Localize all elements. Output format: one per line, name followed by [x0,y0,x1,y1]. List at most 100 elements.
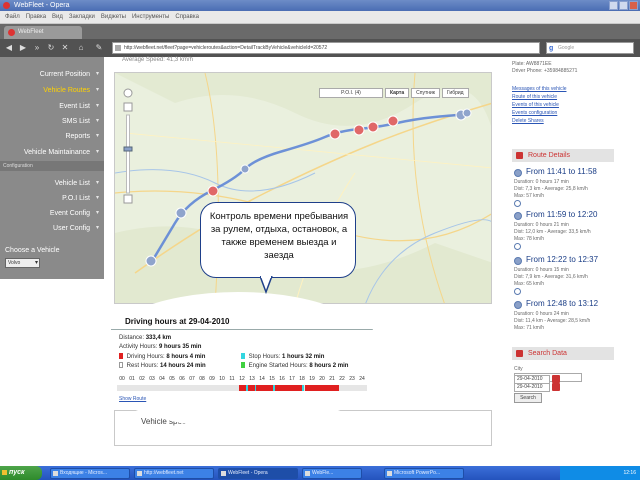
route-duration: Duration: 0 hours 21 min [514,222,569,228]
taskbar-item[interactable]: Входящие - Micros... [50,468,130,479]
link-events[interactable]: Events of this vehicle [512,102,559,108]
sidebar-item-poi-list[interactable]: P.O.I List [0,191,104,206]
sidebar-item-user-config[interactable]: User Config [0,221,104,236]
route-duration: Duration: 0 hours 24 min [514,311,569,317]
route-title: From 11:59 to 12:20 [526,210,598,219]
search-button[interactable]: Search [514,393,542,403]
stop-label: Stop Hours: [248,354,281,360]
link-route[interactable]: Route of this vehicle [512,94,557,100]
address-url: http://webfleet.net/fleet?page=vehiclero… [124,45,328,51]
engine-label: Engine Started Hours: [248,363,308,369]
timeline-segment-rest [338,385,367,391]
search-placeholder: Google [558,45,575,51]
browser-tab[interactable]: WebFleet [4,26,82,39]
engine-value: 8 hours 2 min [309,363,349,369]
opera-icon [3,2,10,9]
activity-value: 9 hours 35 min [159,344,202,350]
fast-forward-icon[interactable]: » [32,43,42,53]
reload-icon[interactable]: ↻ [46,43,56,53]
route-entry[interactable]: From 11:41 to 11:58 Duration: 0 hours 17… [512,167,616,215]
hour-tick: 19 [309,376,315,382]
map-zoom-control[interactable] [121,87,135,207]
route-distance: Dist: 7,3 km - Average: 25,8 km/h [514,186,588,192]
sidebar-item-vehicle-maintainance[interactable]: Vehicle Maintainance [0,145,104,160]
vehicle-select[interactable]: Volvo [5,258,40,268]
route-icon [514,212,522,220]
menu-file[interactable]: Файл [5,11,20,23]
system-tray: 12:16 [560,466,640,480]
show-route-link[interactable]: Show Route [119,396,146,402]
route-title: From 11:41 to 11:58 [526,167,597,176]
start-button[interactable]: пуск [0,466,42,480]
menu-view[interactable]: Вид [52,11,63,23]
start-label: пуск [9,469,25,476]
menu-help[interactable]: Справка [175,11,199,23]
taskbar-item[interactable]: WebFle... [302,468,362,479]
driving-line: Driving Hours: 8 hours 4 min [119,353,205,360]
minimize-button[interactable] [609,1,618,10]
hour-tick: 12 [239,376,245,382]
timeline-segment-driving [304,385,339,391]
title-divider [111,329,373,330]
hybrid-button[interactable]: Гибрид [441,88,469,98]
route-duration: Duration: 0 hours 17 min [514,179,569,185]
menu-widgets[interactable]: Виджеты [101,11,126,23]
link-delete-shares[interactable]: Delete Shares [512,118,544,124]
route-entry[interactable]: From 12:22 to 12:37 Duration: 0 hours 15… [512,255,616,303]
route-expand-icon[interactable] [514,288,521,295]
sidebar-item-vehicle-routes[interactable]: Vehicle Routes [0,83,104,98]
rest-value: 14 hours 24 min [160,363,206,369]
taskbar-item[interactable]: http://webfleet.net [134,468,214,479]
engine-line: Engine Started Hours: 8 hours 2 min [241,362,348,369]
sidebar-item-reports[interactable]: Reports [0,129,104,144]
satellite-button[interactable]: Спутник [411,88,440,98]
maximize-button[interactable] [619,1,628,10]
calendar-icon[interactable] [552,383,560,391]
link-events-config[interactable]: Events configuration [512,110,557,116]
route-expand-icon[interactable] [514,200,521,207]
stop-line: Stop Hours: 1 hours 32 min [241,353,324,360]
route-distance: Dist: 11,4 km - Average: 28,5 km/h [514,318,591,324]
route-entry[interactable]: From 11:59 to 12:20 Duration: 0 hours 21… [512,210,616,258]
hour-tick: 06 [179,376,185,382]
route-expand-icon[interactable] [514,243,521,250]
poi-button[interactable]: P.O.I. (4) [319,88,383,98]
route-details-title: Route Details [528,152,571,159]
wand-icon[interactable]: ✎ [94,43,104,53]
route-distance: Dist: 12,0 km - Average: 33,5 km/h [514,229,591,235]
route-distance: Dist: 7,9 km - Average: 31,6 km/h [514,274,588,280]
window-title: WebFleet - Opera [14,2,70,9]
route-entry[interactable]: From 12:48 to 13:12 Duration: 0 hours 24… [512,299,616,347]
search-data-title: Search Data [528,350,567,357]
sidebar-item-sms-list[interactable]: SMS List [0,114,104,129]
address-bar[interactable]: http://webfleet.net/fleet?page=vehiclero… [112,42,540,54]
home-icon[interactable]: ⌂ [76,43,86,53]
sidebar-item-current-position[interactable]: Current Position [0,67,104,82]
hour-tick: 01 [129,376,135,382]
menu-tools[interactable]: Инструменты [132,11,169,23]
sidebar-item-vehicle-list[interactable]: Vehicle List [0,176,104,191]
callout-tail [260,276,273,294]
map-button[interactable]: Карта [385,88,410,98]
menu-edit[interactable]: Правка [26,11,46,23]
taskbar-item[interactable]: Microsoft PowerPo... [384,468,464,479]
search-data-icon [516,350,523,357]
menu-bar: Файл Правка Вид Закладки Виджеты Инструм… [0,11,640,24]
sidebar-item-event-config[interactable]: Event Config [0,206,104,221]
stop-icon[interactable]: ✕ [60,43,70,53]
menu-bookmarks[interactable]: Закладки [69,11,95,23]
search-input[interactable]: g Google [546,42,634,54]
timeline-segment-driving [274,385,303,391]
forward-icon[interactable]: ▶ [18,43,28,53]
browser-icon [137,471,142,476]
timeline-segment-driving [238,385,247,391]
close-button[interactable] [629,1,638,10]
sidebar-item-event-list[interactable]: Event List [0,99,104,114]
route-details-header: Route Details [512,149,614,162]
calendar-icon[interactable] [552,375,560,383]
date-to-field[interactable]: 29-04-2010 [514,383,550,392]
taskbar-item[interactable]: WebFleet - Opera [218,468,298,479]
link-messages[interactable]: Messages of this vehicle [512,86,566,92]
back-icon[interactable]: ◀ [4,43,14,53]
powerpoint-icon [387,471,392,476]
